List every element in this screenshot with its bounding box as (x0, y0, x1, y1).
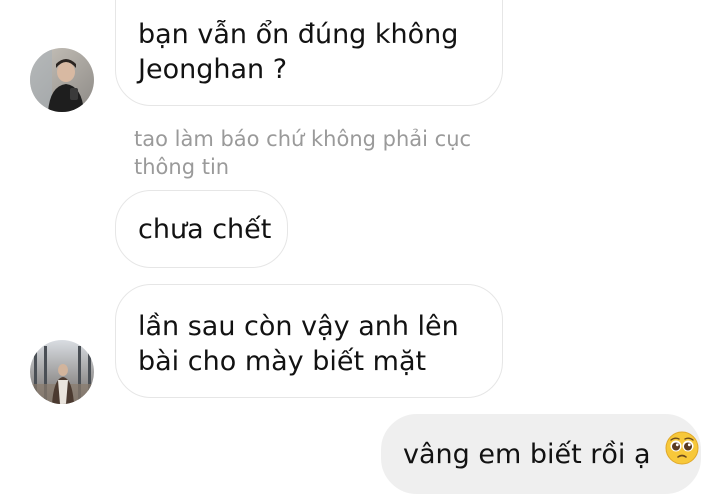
incoming-message-bubble[interactable]: bạn vẫn ổn đúng không Jeonghan ? (115, 0, 503, 106)
reply-context: tao làm báo chứ không phải cục thông tin (134, 125, 494, 181)
sender-avatar[interactable] (30, 48, 94, 112)
pleading-face-icon (665, 431, 699, 474)
message-text-line: bạn vẫn ổn đúng không (138, 19, 459, 50)
incoming-message-bubble[interactable]: chưa chết (115, 190, 288, 268)
message-text: vâng em biết rồi ạ (403, 439, 651, 470)
incoming-message-bubble[interactable]: lần sau còn vậy anh lên bài cho mày biết… (115, 284, 503, 398)
sender-avatar[interactable] (30, 340, 94, 404)
outgoing-message-bubble[interactable]: vâng em biết rồi ạ (381, 414, 701, 494)
message-text: chưa chết (138, 214, 272, 245)
message-text-line: Jeonghan ? (138, 54, 288, 85)
message-text-line: lần sau còn vậy anh lên (138, 311, 459, 342)
message-text-line: bài cho mày biết mặt (138, 346, 427, 377)
reply-context-line: tao làm báo chứ không phải cục (134, 127, 472, 151)
reply-context-line: thông tin (134, 155, 230, 179)
avatar-photo-icon (30, 340, 94, 404)
avatar-photo-icon (30, 48, 94, 112)
